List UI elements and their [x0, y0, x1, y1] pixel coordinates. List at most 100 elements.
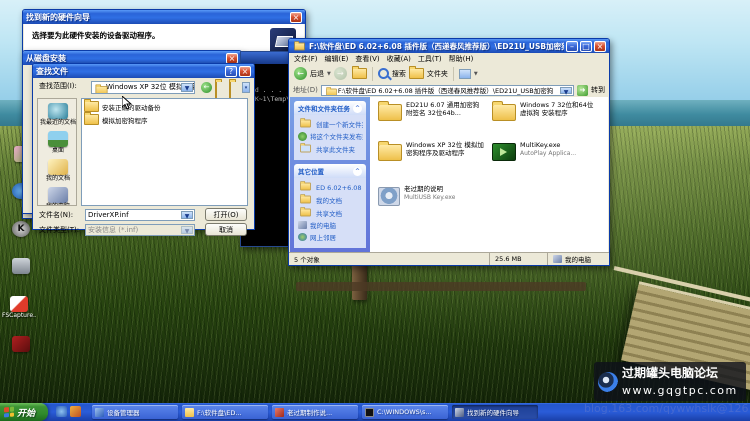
- close-icon[interactable]: ×: [226, 53, 238, 64]
- other-place-item[interactable]: 我的电脑: [298, 220, 363, 230]
- menu-view[interactable]: 查看(V): [355, 54, 379, 64]
- red-app-icon: [12, 336, 30, 352]
- desktop: K FSCapture... 找到新的硬件向导 × 选择要为此硬件安装的设备驱动…: [0, 0, 750, 421]
- chevron-up-icon[interactable]: ^: [353, 104, 362, 113]
- task-box-file-tasks: 文件和文件夹任务^ 创建一个新文件夹 将这个文件夹发布到 Web 共享此文件夹: [294, 101, 366, 160]
- open-button[interactable]: 打开(O): [205, 208, 247, 221]
- other-place-item[interactable]: ED 6.02+6.08 插件版（...: [298, 181, 363, 192]
- place-my-documents[interactable]: 我的文档: [38, 159, 77, 182]
- windows-flag-icon: [4, 406, 14, 417]
- chevron-down-icon[interactable]: ▼: [474, 71, 478, 77]
- file-type-label: 文件类型(T):: [39, 226, 79, 235]
- place-my-computer[interactable]: 我的电脑: [38, 187, 77, 206]
- folders-label[interactable]: 文件夹: [427, 69, 448, 79]
- folder-icon: [294, 42, 305, 50]
- my-documents-icon: [300, 196, 311, 204]
- chevron-down-icon[interactable]: ▼: [560, 87, 572, 94]
- chevron-down-icon[interactable]: ▼: [327, 71, 331, 77]
- file-item[interactable]: ED21U 6.07 通用加密狗 附签名 32位64b...: [378, 101, 484, 121]
- folder-icon: [185, 408, 194, 417]
- address-input[interactable]: F:\软件盘\ED 6.02+6.08 插件版（西递春风推荐版）\ED21U_U…: [321, 85, 574, 96]
- start-button[interactable]: 开始: [0, 403, 48, 421]
- file-item-multiusb[interactable]: 老过期的说明MultiUSB Key.exe: [378, 185, 484, 206]
- task-box-other-places: 其它位置^ ED 6.02+6.08 插件版（... 我的文档 共享文档 我的电…: [294, 164, 366, 248]
- window-explorer: F:\软件盘\ED 6.02+6.08 插件版（西递春风推荐版）\ED21U_U…: [288, 38, 610, 266]
- setup-disc-icon: [378, 187, 400, 206]
- task-item[interactable]: 创建一个新文件夹: [298, 118, 363, 129]
- chevron-down-icon[interactable]: ▼: [181, 211, 193, 219]
- search-label[interactable]: 搜索: [392, 69, 406, 79]
- place-recent-documents[interactable]: 我最近的文档: [38, 103, 77, 126]
- up-one-level-icon[interactable]: [352, 68, 367, 79]
- list-item[interactable]: 模拟加密狗程序: [84, 114, 245, 125]
- task-box-header[interactable]: 其它位置^: [294, 164, 366, 178]
- other-place-item[interactable]: 网上邻居: [298, 232, 363, 242]
- file-item[interactable]: Windows 7 32位和64位 虚拟狗 安装程序: [492, 101, 598, 121]
- look-in-combobox[interactable]: Windows XP 32位 模拟加密狗临时文件夹 ▼: [91, 81, 195, 94]
- place-desktop[interactable]: 桌面: [38, 131, 77, 154]
- close-icon[interactable]: ×: [239, 66, 251, 77]
- maximize-icon[interactable]: □: [580, 41, 592, 52]
- task-item[interactable]: 将这个文件夹发布到 Web: [298, 131, 363, 141]
- go-label[interactable]: 转到: [591, 85, 605, 95]
- minimize-icon[interactable]: –: [566, 41, 578, 52]
- watermark-blog-url: blog.163.com/qywwhslk@126: [584, 402, 749, 415]
- menu-help[interactable]: 帮助(H): [449, 54, 474, 64]
- file-name-combobox[interactable]: DriverXP.inf ▼: [85, 209, 195, 221]
- go-icon[interactable]: ➜: [577, 85, 588, 96]
- desktop-icon-fscapture[interactable]: FSCapture...: [2, 296, 36, 319]
- back-label[interactable]: 后退: [310, 69, 324, 79]
- new-folder-icon[interactable]: [229, 82, 240, 93]
- desktop-icon[interactable]: [4, 258, 38, 274]
- close-icon[interactable]: ×: [290, 12, 302, 23]
- file-item-multikey[interactable]: MultiKey.exeAutoPlay Applica...: [492, 141, 598, 161]
- explorer-statusbar: 5 个对象 25.6 MB 我的电脑: [289, 252, 609, 265]
- quick-launch-icon[interactable]: [56, 406, 67, 417]
- search-icon[interactable]: [378, 68, 389, 79]
- chevron-up-icon[interactable]: ^: [353, 167, 362, 176]
- task-button-device-manager[interactable]: 设备管理器: [92, 405, 178, 419]
- task-button-notes[interactable]: 老过期制作说...: [272, 405, 358, 419]
- task-item[interactable]: 共享此文件夹: [298, 143, 363, 154]
- my-computer-icon: [553, 255, 562, 263]
- desktop-icon[interactable]: [4, 336, 38, 352]
- back-icon[interactable]: ←: [201, 82, 212, 93]
- help-icon[interactable]: ?: [225, 66, 237, 77]
- menu-file[interactable]: 文件(F): [294, 54, 318, 64]
- close-icon[interactable]: ×: [594, 41, 606, 52]
- hardware-wizard-icon: [455, 408, 464, 417]
- menu-favorites[interactable]: 收藏(A): [387, 54, 411, 64]
- menu-edit[interactable]: 编辑(E): [325, 54, 349, 64]
- menu-tools[interactable]: 工具(T): [418, 54, 442, 64]
- wizard-titlebar[interactable]: 找到新的硬件向导 ×: [23, 10, 305, 24]
- explorer-toolbar: ← 后退 ▼ → 搜索 文件夹 ▼: [290, 64, 608, 84]
- other-place-item[interactable]: 我的文档: [298, 194, 363, 205]
- locate-file-titlebar[interactable]: 查找文件 ? ×: [33, 64, 254, 78]
- back-icon[interactable]: ←: [294, 67, 307, 80]
- task-button-cmd[interactable]: C:\WINDOWS\s...: [362, 405, 448, 419]
- fscapture-icon: [10, 296, 28, 312]
- look-in-label: 查找范围(I):: [39, 82, 77, 91]
- task-button-hardware-wizard[interactable]: 找到新的硬件向导: [452, 405, 538, 419]
- wizard-header-text: 选择要为此硬件安装的设备驱动程序。: [32, 30, 232, 41]
- other-place-item[interactable]: 共享文档: [298, 207, 363, 218]
- address-value: F:\软件盘\ED 6.02+6.08 插件版（西递春风推荐版）\ED21U_U…: [338, 87, 553, 95]
- views-icon[interactable]: ▾: [242, 82, 250, 93]
- watermark-url: www.gqgtpc.com: [622, 384, 742, 398]
- file-item[interactable]: Windows XP 32位 模拟加密狗程序及驱动程序: [378, 141, 484, 161]
- views-icon[interactable]: [459, 69, 471, 79]
- task-box-header[interactable]: 文件和文件夹任务^: [294, 101, 366, 115]
- up-one-level-icon[interactable]: [215, 82, 226, 93]
- cancel-button[interactable]: 取消: [205, 223, 247, 236]
- list-item[interactable]: 安装正确的驱动备份: [84, 101, 245, 112]
- task-button-explorer[interactable]: F:\软件盘\ED...: [182, 405, 268, 419]
- status-object-count: 5 个对象: [289, 254, 489, 264]
- k-logo-icon: K: [12, 221, 30, 237]
- chevron-down-icon[interactable]: ▼: [181, 83, 193, 92]
- toolbar-separator: [453, 67, 454, 81]
- forward-icon[interactable]: →: [334, 67, 347, 80]
- folders-icon[interactable]: [409, 68, 424, 79]
- quick-launch-icon[interactable]: [70, 406, 81, 417]
- folder-icon: [378, 144, 402, 161]
- explorer-titlebar[interactable]: F:\软件盘\ED 6.02+6.08 插件版（西递春风推荐版）\ED21U_U…: [289, 39, 609, 53]
